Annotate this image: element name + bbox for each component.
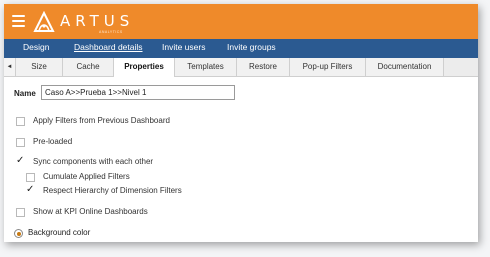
checkmark-icon[interactable]: ✓ [26, 184, 34, 196]
name-label: Name [14, 89, 36, 98]
background-color-radio[interactable] [14, 229, 23, 238]
tab-restore[interactable]: Restore [237, 58, 290, 76]
properties-panel: Name Apply Filters from Previous Dashboa… [4, 77, 478, 242]
nav-invite-groups[interactable]: Invite groups [227, 42, 276, 52]
nav-design[interactable]: Design [23, 42, 49, 52]
background-color-label: Background color [28, 228, 91, 237]
option-label: Cumulate Applied Filters [43, 172, 130, 181]
option-label: Show at KPI Online Dashboards [33, 207, 148, 216]
tab-popup-filters[interactable]: Pop-up Filters [290, 58, 366, 76]
hamburger-menu-icon[interactable] [12, 15, 25, 28]
top-bar: ARTUS ANALYTICS [4, 4, 478, 39]
tab-size[interactable]: Size [16, 58, 63, 76]
tab-documentation[interactable]: Documentation [366, 58, 444, 76]
brand-subtitle: ANALYTICS [99, 30, 123, 34]
checkbox[interactable] [16, 138, 25, 147]
app-window: ARTUS ANALYTICS Design Dashboard details… [4, 4, 478, 242]
checkbox[interactable] [16, 117, 25, 126]
tab-scroll-left-icon[interactable]: ◄ [4, 58, 16, 76]
checkmark-icon[interactable]: ✓ [16, 155, 24, 167]
tab-strip: ◄ Size Cache Properties Templates Restor… [4, 58, 478, 77]
option-label: Pre-loaded [33, 137, 73, 146]
nav-invite-users[interactable]: Invite users [162, 42, 205, 52]
option-label: Sync components with each other [33, 157, 154, 166]
name-input[interactable] [41, 85, 235, 100]
tab-properties[interactable]: Properties [114, 58, 175, 77]
nav-dashboard-details[interactable]: Dashboard details [74, 42, 143, 52]
option-label: Respect Hierarchy of Dimension Filters [43, 186, 182, 195]
tab-templates[interactable]: Templates [175, 58, 237, 76]
checkbox[interactable] [26, 173, 35, 182]
option-label: Apply Filters from Previous Dashboard [33, 116, 170, 125]
tab-cache[interactable]: Cache [63, 58, 114, 76]
brand-name: ARTUS [60, 12, 135, 30]
checkbox[interactable] [16, 208, 25, 217]
nav-bar: Design Dashboard details Invite users In… [4, 39, 478, 58]
artus-logo-icon [33, 11, 55, 32]
